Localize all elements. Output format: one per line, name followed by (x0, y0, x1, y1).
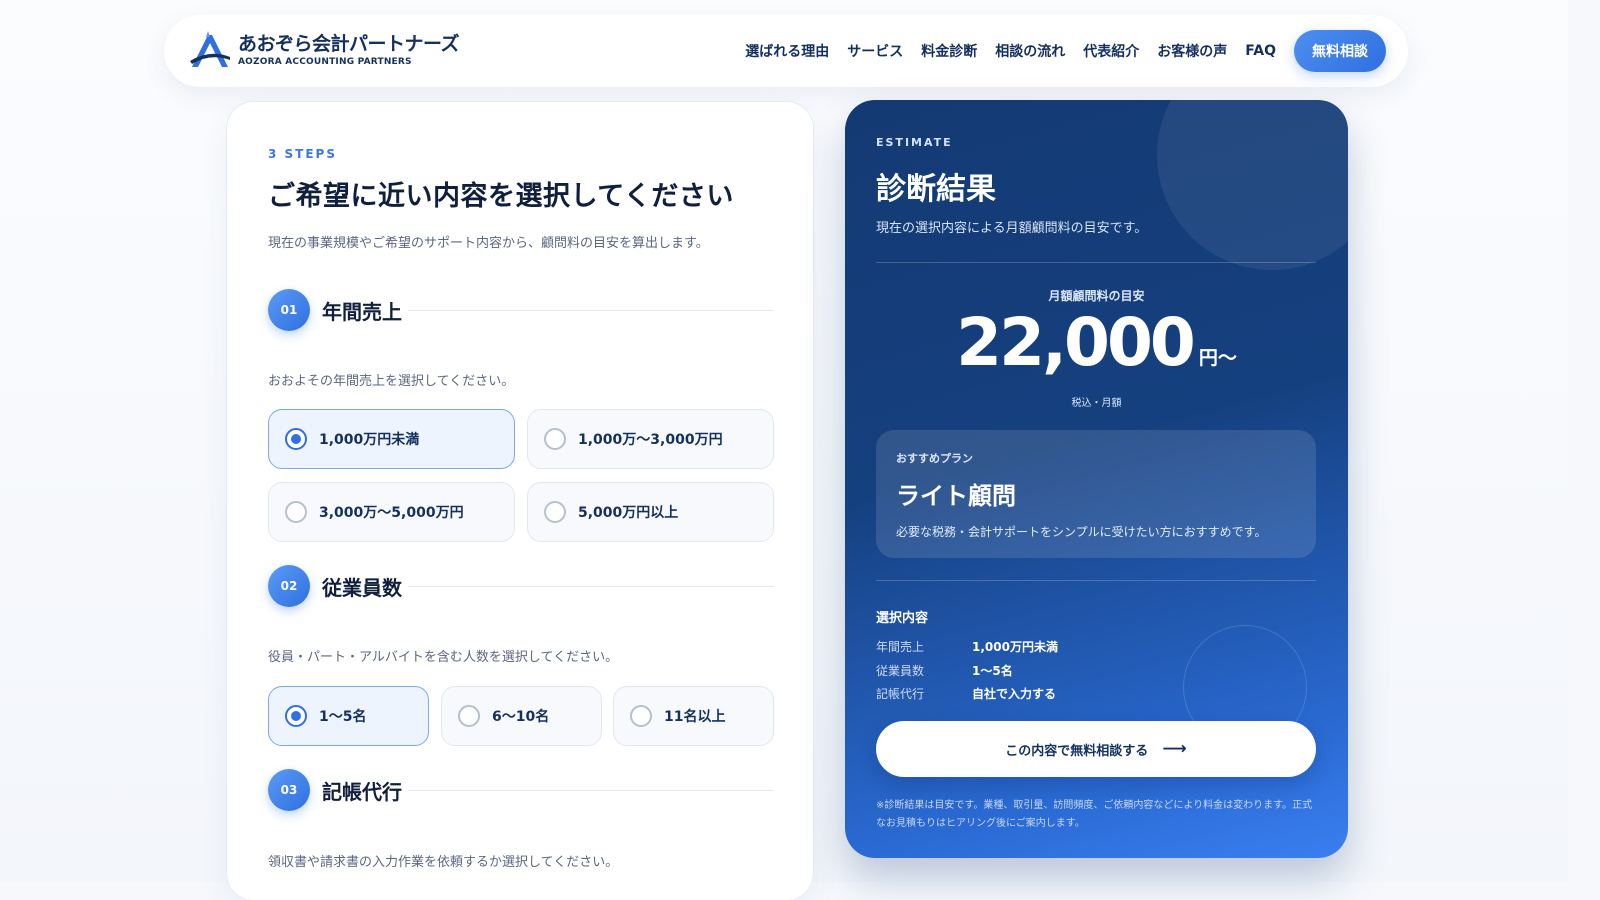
employees-option[interactable]: 1〜5名 (268, 686, 429, 746)
section-header-employees: 02 従業員数 (268, 565, 774, 607)
consult-with-selection-button[interactable]: この内容で無料相談する ⟶ (876, 721, 1316, 777)
section-header-bookkeeping: 03 記帳代行 (268, 769, 774, 811)
selection-row: 年間売上 1,000万円未満 (876, 638, 1058, 655)
revenue-option[interactable]: 1,000万〜3,000万円 (527, 409, 774, 469)
nav-reasons[interactable]: 選ばれる理由 (745, 41, 829, 61)
selection-row: 記帳代行 自社で入力する (876, 685, 1056, 702)
form-title: ご希望に近い内容を選択してください (268, 181, 734, 212)
price-label: 月額顧問料の目安 (1048, 289, 1145, 303)
section-title: 記帳代行 (322, 779, 402, 804)
section-title: 従業員数 (322, 575, 402, 600)
selection-key: 従業員数 (876, 664, 925, 678)
selection-value: 1〜5名 (972, 664, 1013, 678)
radio-icon (458, 705, 480, 727)
section-header-revenue: 01 年間売上 (268, 289, 774, 331)
price: 22,000 円〜 (845, 310, 1348, 376)
button-label: この内容で無料相談する (1005, 743, 1149, 759)
radio-icon (544, 501, 566, 523)
revenue-option[interactable]: 1,000万円未満 (268, 409, 515, 469)
nav-pricing[interactable]: 料金診断 (921, 41, 977, 61)
price-unit: 円〜 (1198, 347, 1237, 369)
estimate-label: ESTIMATE (876, 136, 953, 149)
divider (876, 262, 1316, 263)
radio-icon (285, 501, 307, 523)
section-title: 年間売上 (322, 299, 402, 324)
radio-selected-icon (285, 705, 307, 727)
logo-mark-icon (190, 31, 230, 67)
divider (876, 580, 1316, 581)
nav-flow[interactable]: 相談の流れ (995, 41, 1065, 61)
option-label: 5,000万円以上 (578, 505, 679, 521)
radio-icon (630, 705, 652, 727)
radio-icon (544, 428, 566, 450)
selection-key: 年間売上 (876, 640, 925, 654)
plan-description: 必要な税務・会計サポートをシンプルに受けたい方におすすめです。 (896, 525, 1267, 539)
option-label: 3,000万〜5,000万円 (319, 505, 464, 521)
section-description: 領収書や請求書の入力作業を依頼するか選択してください。 (268, 855, 619, 870)
step-number: 01 (268, 289, 310, 331)
radio-selected-icon (285, 428, 307, 450)
price-value: 22,000 (956, 304, 1196, 381)
divider (408, 309, 774, 311)
result-title: 診断結果 (876, 172, 996, 207)
employees-option[interactable]: 11名以上 (613, 686, 774, 746)
employees-option[interactable]: 6〜10名 (441, 686, 602, 746)
disclaimer: ※診断結果は目安です。業種、取引量、訪問頻度、ご依頼内容などにより料金は変わりま… (876, 800, 1313, 829)
selection-key: 記帳代行 (876, 687, 925, 701)
nav-representative[interactable]: 代表紹介 (1083, 41, 1139, 61)
result-subtitle: 現在の選択内容による月額顧問料の目安です。 (876, 221, 1148, 236)
logo-subtitle: AOZORA ACCOUNTING PARTNERS (238, 57, 412, 67)
selection-title: 選択内容 (876, 611, 929, 626)
diagnosis-form-card: 3 STEPS ご希望に近い内容を選択してください 現在の事業規模やご希望のサポ… (226, 101, 814, 900)
section-description: 役員・パート・アルバイトを含む人数を選択してください。 (268, 650, 619, 665)
divider (408, 585, 774, 587)
result-card: ESTIMATE 診断結果 現在の選択内容による月額顧問料の目安です。 月額顧問… (845, 100, 1348, 858)
nav-testimonials[interactable]: お客様の声 (1157, 41, 1227, 61)
site-header: あおぞら会計パートナーズ AOZORA ACCOUNTING PARTNERS … (164, 15, 1408, 87)
nav-faq[interactable]: FAQ (1245, 43, 1276, 59)
price-note: 税込・月額 (1071, 398, 1122, 409)
revenue-option[interactable]: 3,000万〜5,000万円 (268, 482, 515, 542)
free-consult-button[interactable]: 無料相談 (1294, 30, 1386, 72)
logo-name: あおぞら会計パートナーズ (238, 33, 460, 55)
selection-row: 従業員数 1〜5名 (876, 662, 1013, 679)
form-description: 現在の事業規模やご希望のサポート内容から、顧問料の目安を算出します。 (268, 236, 709, 251)
plan-kicker: おすすめプラン (896, 452, 973, 465)
option-label: 11名以上 (664, 709, 726, 725)
main-nav: 選ばれる理由 サービス 料金診断 相談の流れ 代表紹介 お客様の声 FAQ 無料… (745, 30, 1386, 72)
selection-value: 自社で入力する (972, 687, 1057, 701)
option-label: 1,000万円未満 (319, 432, 420, 448)
logo[interactable]: あおぞら会計パートナーズ AOZORA ACCOUNTING PARTNERS (188, 31, 460, 71)
steps-label: 3 STEPS (268, 147, 337, 161)
option-label: 6〜10名 (492, 709, 550, 725)
step-number: 02 (268, 565, 310, 607)
recommended-plan: おすすめプラン ライト顧問 必要な税務・会計サポートをシンプルに受けたい方におす… (876, 430, 1316, 558)
step-number: 03 (268, 769, 310, 811)
option-label: 1〜5名 (319, 709, 367, 725)
divider (408, 789, 774, 791)
section-description: おおよその年間売上を選択してください。 (268, 374, 515, 389)
option-label: 1,000万〜3,000万円 (578, 432, 723, 448)
decorative-circle (1157, 100, 1348, 270)
arrow-right-icon: ⟶ (1162, 739, 1187, 759)
nav-services[interactable]: サービス (847, 41, 903, 61)
selection-value: 1,000万円未満 (972, 640, 1058, 654)
revenue-option[interactable]: 5,000万円以上 (527, 482, 774, 542)
plan-name: ライト顧問 (896, 482, 1016, 510)
